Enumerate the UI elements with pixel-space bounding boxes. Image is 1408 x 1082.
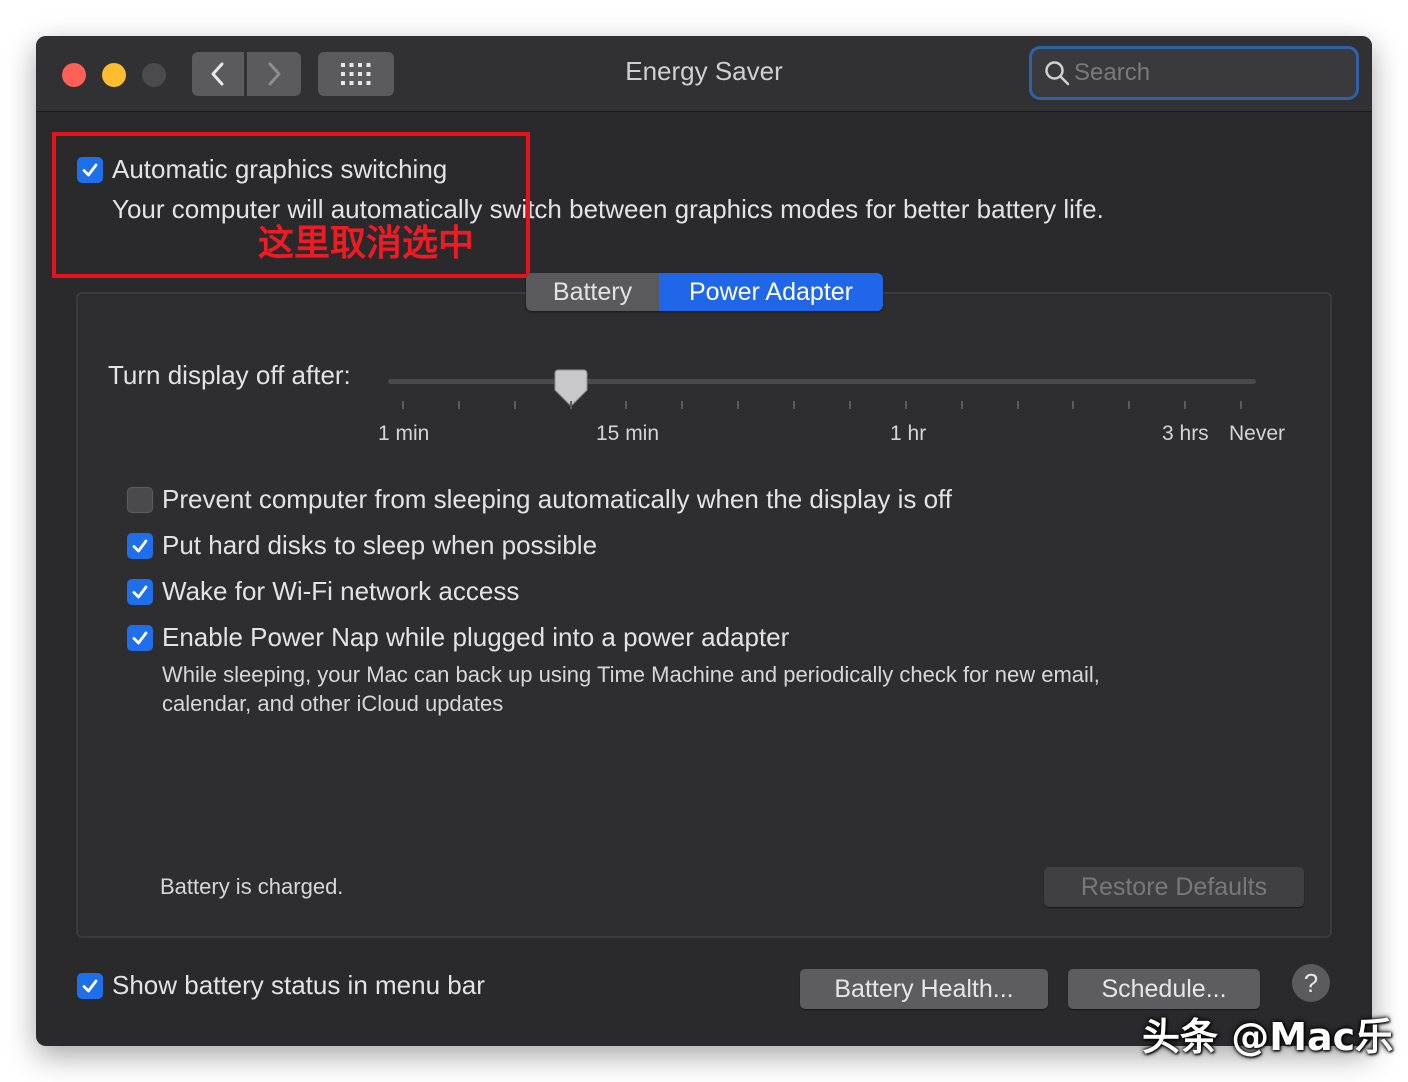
watermark: 头条 @Mac乐 bbox=[1142, 1015, 1394, 1059]
display-off-slider-track[interactable] bbox=[388, 379, 1256, 384]
prevent-sleep-checkbox[interactable] bbox=[127, 487, 153, 513]
checkmark-icon bbox=[132, 631, 148, 645]
power-nap-label: Enable Power Nap while plugged into a po… bbox=[162, 622, 790, 652]
energy-saver-window: Energy Saver Automatic graphics switchin… bbox=[36, 36, 1372, 1046]
tick-label-never: Never bbox=[1229, 422, 1286, 445]
wake-wifi-checkbox[interactable] bbox=[127, 579, 153, 605]
power-nap-description-line1: While sleeping, your Mac can back up usi… bbox=[162, 662, 1100, 687]
power-nap-checkbox[interactable] bbox=[127, 625, 153, 651]
annotation-text: 这里取消选中 bbox=[258, 223, 475, 264]
search-field[interactable] bbox=[1032, 49, 1356, 97]
tab-power-adapter[interactable]: Power Adapter bbox=[659, 273, 883, 311]
slider-tick bbox=[849, 401, 851, 409]
slider-tick bbox=[1240, 401, 1242, 409]
show-battery-status-label: Show battery status in menu bar bbox=[112, 970, 485, 1000]
slider-tick bbox=[514, 401, 516, 409]
tick-label-1-hr: 1 hr bbox=[890, 422, 927, 445]
slider-tick bbox=[625, 401, 627, 409]
slider-tick bbox=[961, 401, 963, 409]
schedule-button[interactable]: Schedule... bbox=[1068, 969, 1260, 1009]
tab-control: Battery Power Adapter bbox=[526, 273, 883, 311]
slider-tick bbox=[793, 401, 795, 409]
hard-disk-sleep-checkbox[interactable] bbox=[127, 533, 153, 559]
slider-tick bbox=[1184, 401, 1186, 409]
slider-tick bbox=[570, 401, 572, 409]
slider-tick bbox=[905, 401, 907, 409]
slider-tick bbox=[737, 401, 739, 409]
display-off-label: Turn display off after: bbox=[108, 360, 351, 390]
slider-tick bbox=[1072, 401, 1074, 409]
power-nap-description-line2: calendar, and other iCloud updates bbox=[162, 691, 504, 716]
restore-defaults-button[interactable]: Restore Defaults bbox=[1044, 867, 1304, 907]
slider-tick bbox=[1017, 401, 1019, 409]
battery-status-text: Battery is charged. bbox=[160, 874, 344, 899]
show-battery-status-checkbox[interactable] bbox=[77, 973, 103, 999]
tab-battery[interactable]: Battery bbox=[526, 273, 659, 311]
slider-tick bbox=[458, 401, 460, 409]
slider-tick bbox=[681, 401, 683, 409]
wake-wifi-label: Wake for Wi-Fi network access bbox=[162, 576, 520, 606]
slider-tick bbox=[402, 401, 404, 409]
tick-label-3-hrs: 3 hrs bbox=[1162, 422, 1209, 445]
tick-label-1-min: 1 min bbox=[378, 422, 430, 445]
search-input[interactable] bbox=[1072, 58, 1336, 88]
hard-disk-sleep-label: Put hard disks to sleep when possible bbox=[162, 530, 598, 560]
checkmark-icon bbox=[132, 539, 148, 553]
battery-health-button[interactable]: Battery Health... bbox=[800, 969, 1048, 1009]
slider-tick bbox=[1128, 401, 1130, 409]
search-icon bbox=[1045, 61, 1070, 86]
prevent-sleep-label: Prevent computer from sleeping automatic… bbox=[162, 484, 953, 514]
checkmark-icon bbox=[132, 585, 148, 599]
checkmark-icon bbox=[82, 979, 98, 993]
title-bar: Energy Saver bbox=[36, 36, 1372, 112]
tick-label-15-min: 15 min bbox=[596, 422, 660, 445]
help-button[interactable]: ? bbox=[1292, 964, 1330, 1002]
